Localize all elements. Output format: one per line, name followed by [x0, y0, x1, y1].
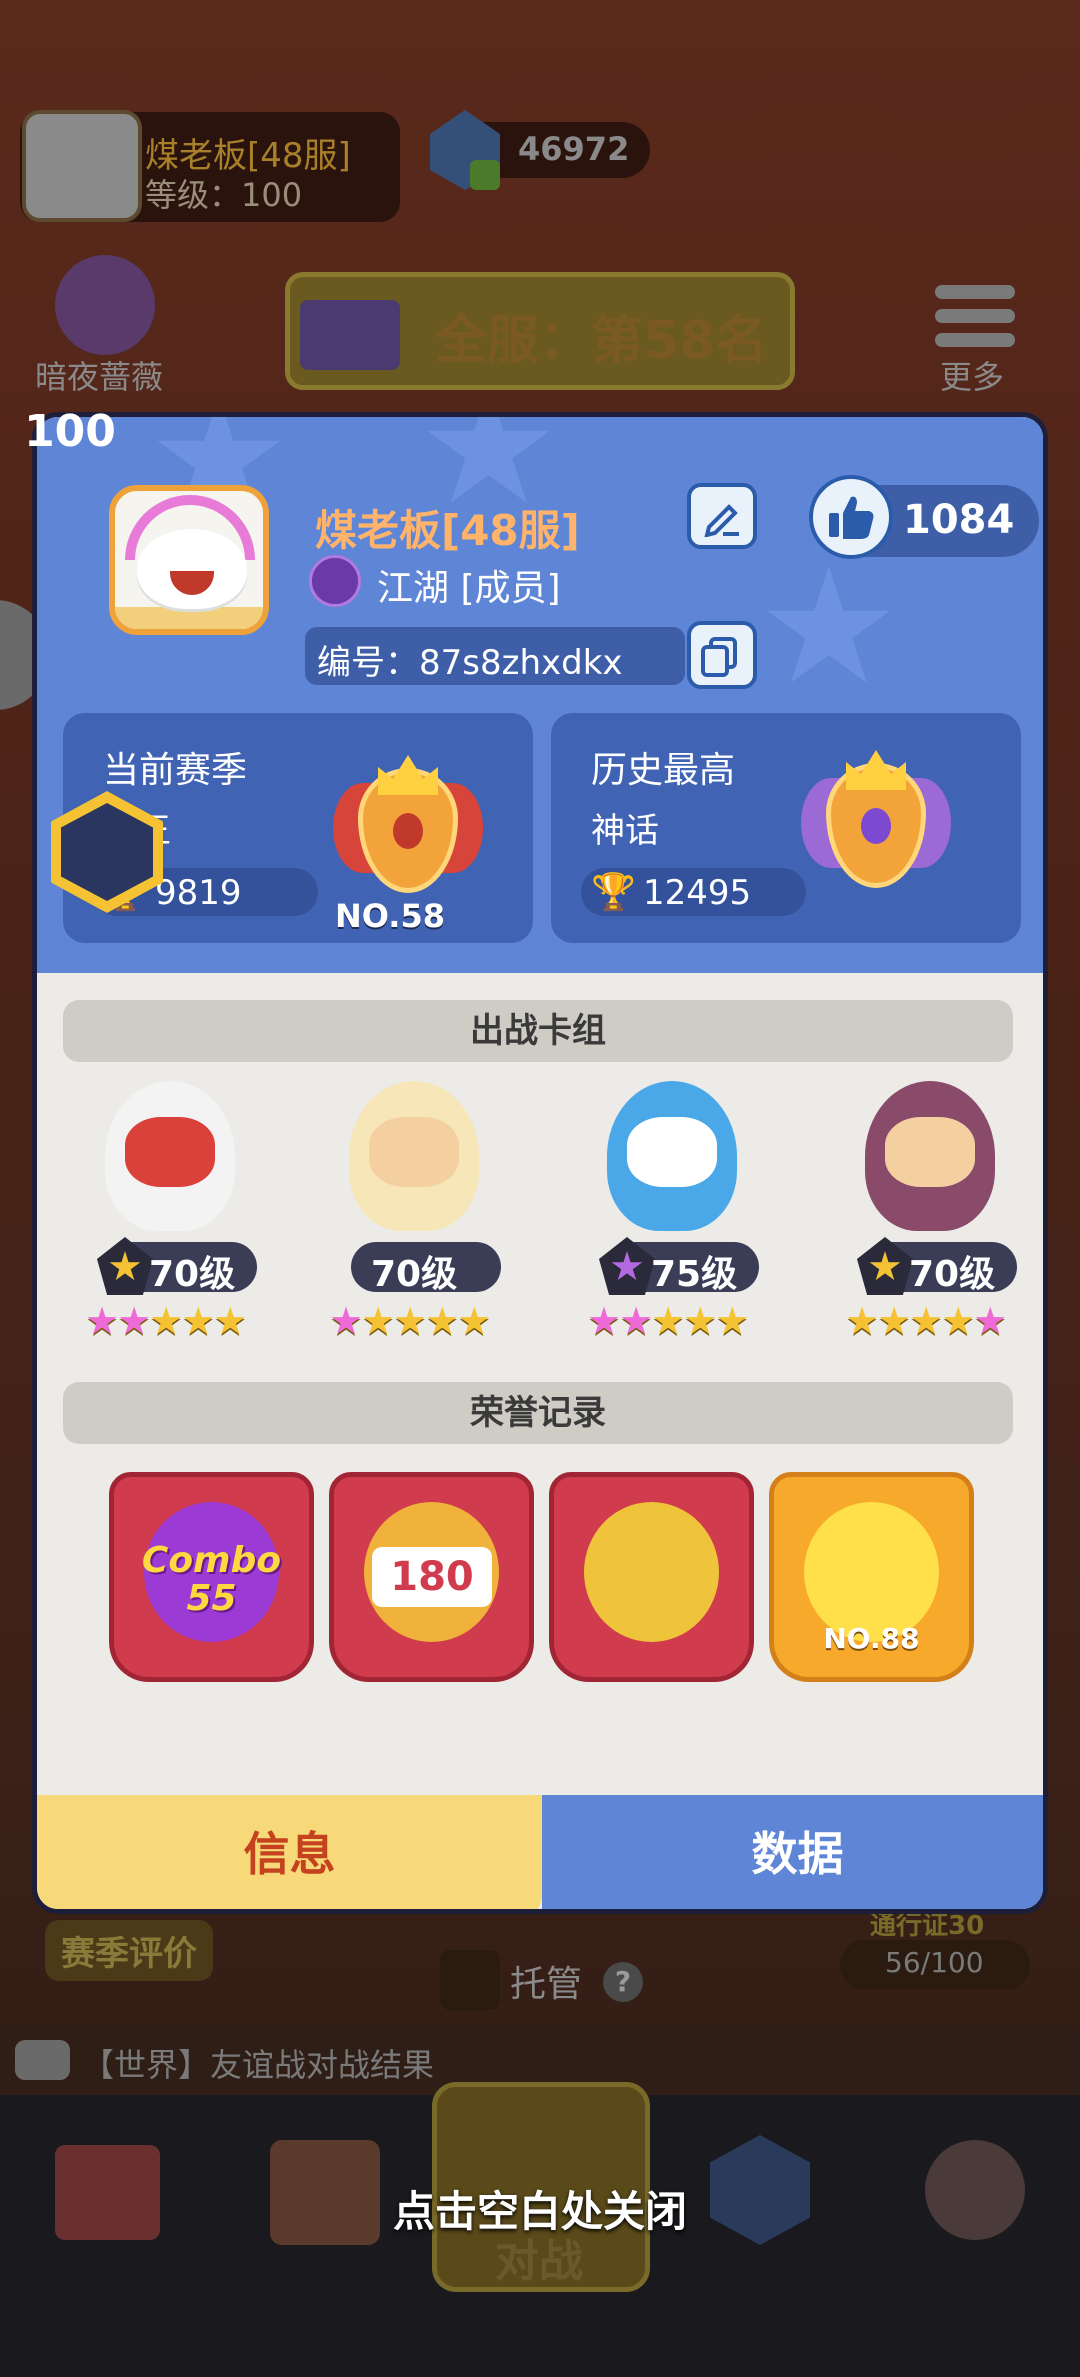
combo-text: Combo 55 [141, 1540, 282, 1619]
pass-progress-text: 56/100 [885, 1946, 984, 1979]
hero-card[interactable]: 70级 ★★★★★ [817, 1067, 1043, 1347]
profile-header-panel: ★ ★ ★ 煤老板[48服] 江湖 [成员] 编号：87s8zhxdkx 108… [37, 417, 1043, 973]
honor-header: 荣誉记录 [63, 1382, 1013, 1444]
like-count: 1084 [903, 497, 1015, 543]
clan-shield-icon [584, 1502, 719, 1642]
thumbs-up-icon[interactable] [809, 475, 893, 559]
honor-badge-days[interactable]: 180 [329, 1472, 534, 1682]
podium-icon [300, 300, 400, 370]
help-icon[interactable]: ? [603, 1962, 643, 2002]
hero-card[interactable]: 75级 ★★★★★ [559, 1067, 789, 1347]
days-text: 180 [372, 1547, 492, 1607]
current-season-rank: NO.58 [335, 897, 445, 935]
add-gem-icon[interactable] [470, 160, 500, 190]
character-name: 暗夜蔷薇 [35, 358, 164, 396]
current-trophy-count: 9819 [155, 873, 242, 913]
myth-emblem-icon [801, 738, 951, 908]
hero-card[interactable]: 70级 ★★★★★ [57, 1067, 287, 1347]
star-decoration: ★ [757, 533, 901, 720]
hero-level: 70级 [371, 1254, 458, 1295]
history-trophy-count: 12495 [643, 873, 752, 913]
character-icon[interactable] [55, 255, 155, 355]
profile-level: 100 [24, 406, 116, 457]
season-eval-button[interactable]: 赛季评价 [45, 1920, 213, 1981]
gem-count: 46972 [518, 130, 630, 168]
hero-stars: ★★★★★ [85, 1299, 247, 1343]
honor-badge-combo[interactable]: Combo 55 [109, 1472, 314, 1682]
pencil-icon [704, 504, 739, 537]
profile-modal: ★ ★ ★ 煤老板[48服] 江湖 [成员] 编号：87s8zhxdkx 108… [32, 412, 1048, 1914]
guild-icon [309, 555, 361, 607]
deck-header: 出战卡组 [63, 1000, 1013, 1062]
hero-stars: ★★★★★ [329, 1299, 491, 1343]
honor-rank-text: NO.88 [823, 1622, 920, 1655]
bg-player-level: 等级：100 [145, 176, 303, 214]
server-rank-text: 全服：第58名 [435, 311, 768, 371]
tab-data[interactable]: 数据 [542, 1795, 1043, 1909]
tab-info[interactable]: 信息 [37, 1795, 542, 1909]
copy-id-button[interactable] [687, 621, 757, 689]
player-id-text: 编号：87s8zhxdkx [317, 643, 623, 683]
hero-card[interactable]: 70级 ★★★★★ [301, 1067, 531, 1347]
chat-text: 【世界】友谊战对战结果 [82, 2046, 435, 2084]
hero-stars: ★★★★★ [587, 1299, 749, 1343]
close-hint[interactable]: 点击空白处关闭 [0, 2178, 1080, 2239]
history-best-title: 历史最高 [591, 750, 736, 791]
honor-badge-rank[interactable]: NO.88 [769, 1472, 974, 1682]
profile-avatar[interactable] [109, 485, 269, 635]
trophy-icon: 🏆 [591, 872, 636, 913]
profile-name: 煤老板[48服] [315, 506, 580, 555]
auto-label: 托管 [510, 1964, 583, 2005]
hero-level: 70级 [149, 1254, 236, 1295]
honor-badge-clan[interactable] [549, 1472, 754, 1682]
history-best-card[interactable]: 历史最高 神话 🏆 12495 [551, 713, 1021, 943]
player-avatar[interactable] [22, 110, 142, 222]
edit-name-button[interactable] [687, 483, 757, 549]
king-emblem-icon [333, 743, 483, 913]
current-season-title: 当前赛季 [103, 750, 248, 791]
hero-level: 75级 [651, 1254, 738, 1295]
history-best-tier: 神话 [591, 811, 659, 851]
more-label: 更多 [940, 358, 1005, 396]
guild-name[interactable]: 江湖 [成员] [377, 559, 561, 611]
auto-checkbox[interactable] [440, 1950, 500, 2010]
hero-level: 70级 [909, 1254, 996, 1295]
hero-stars: ★★★★★ [845, 1299, 1007, 1343]
chat-icon [15, 2040, 70, 2080]
menu-icon[interactable] [935, 285, 1015, 350]
duck-surfer-icon [804, 1502, 939, 1642]
